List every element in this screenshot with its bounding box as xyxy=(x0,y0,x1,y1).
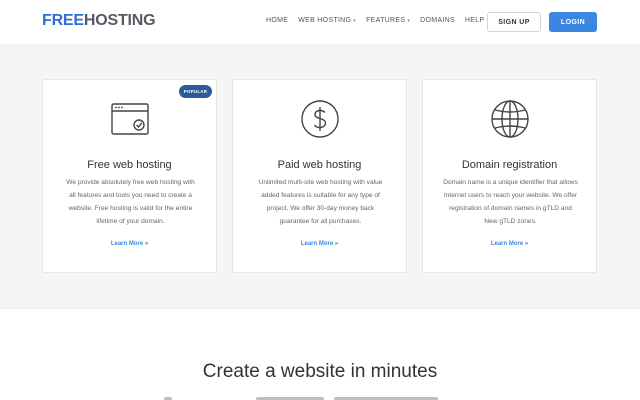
learn-more-link[interactable]: Learn More » xyxy=(233,241,406,247)
plan-title: Paid web hosting xyxy=(277,159,362,171)
nav-help-label: HELP xyxy=(464,17,485,24)
logo-free: FREE xyxy=(42,12,84,29)
nav-web-hosting[interactable]: WEB HOSTING ▾ xyxy=(298,17,356,24)
nav-features-label: FEATURES xyxy=(366,17,406,24)
caret-down-icon: ▾ xyxy=(353,17,357,24)
browser-check-icon xyxy=(111,103,149,135)
plan-title: Free web hosting xyxy=(87,159,172,171)
plan-description: Domain name is a unique identifier that … xyxy=(443,179,578,225)
plan-card-free: POPULAR Free web hosting We provide abso… xyxy=(42,79,217,273)
nav-home[interactable]: HOME xyxy=(266,17,288,24)
caret-down-icon: ▾ xyxy=(407,17,411,24)
logo[interactable]: FREEHOSTING xyxy=(42,12,156,30)
nav-features[interactable]: FEATURES ▾ xyxy=(366,17,410,24)
login-button[interactable]: LOGIN xyxy=(549,12,597,32)
globe-icon xyxy=(491,100,529,138)
plan-title: Domain registration xyxy=(461,159,558,171)
create-website-section: Create a website in minutes xyxy=(0,308,640,400)
learn-more-link[interactable]: Learn More » xyxy=(43,241,216,247)
plan-card-domain: Domain registration Domain name is a uni… xyxy=(422,79,597,273)
logo-hosting: HOSTING xyxy=(83,12,156,29)
plan-card-paid: Paid web hosting Unlimited multi-site we… xyxy=(232,79,407,273)
nav-domains[interactable]: DOMAINS xyxy=(420,17,455,24)
plan-description: We provide absolutely free web hosting w… xyxy=(66,179,195,225)
plans-section: POPULAR Free web hosting We provide abso… xyxy=(0,44,640,308)
signup-button[interactable]: SIGN UP xyxy=(487,12,541,32)
nav-home-label: HOME xyxy=(266,17,289,24)
site-header: FREEHOSTING HOME WEB HOSTING ▾ FEATURES ▾ … xyxy=(0,0,640,44)
main-nav: HOME WEB HOSTING ▾ FEATURES ▾ DOMAINS HELP… xyxy=(266,17,499,24)
nav-domains-label: DOMAINS xyxy=(420,17,455,24)
learn-more-link[interactable]: Learn More » xyxy=(423,241,596,247)
plan-description: Unlimited multi-site web hosting with va… xyxy=(258,179,383,225)
section-title: Create a website in minutes xyxy=(202,361,438,382)
popular-badge: POPULAR xyxy=(179,85,212,98)
nav-web-hosting-label: WEB HOSTING xyxy=(298,17,352,24)
dollar-circle-icon xyxy=(301,100,339,138)
nav-help[interactable]: HELP▾ xyxy=(465,17,489,24)
